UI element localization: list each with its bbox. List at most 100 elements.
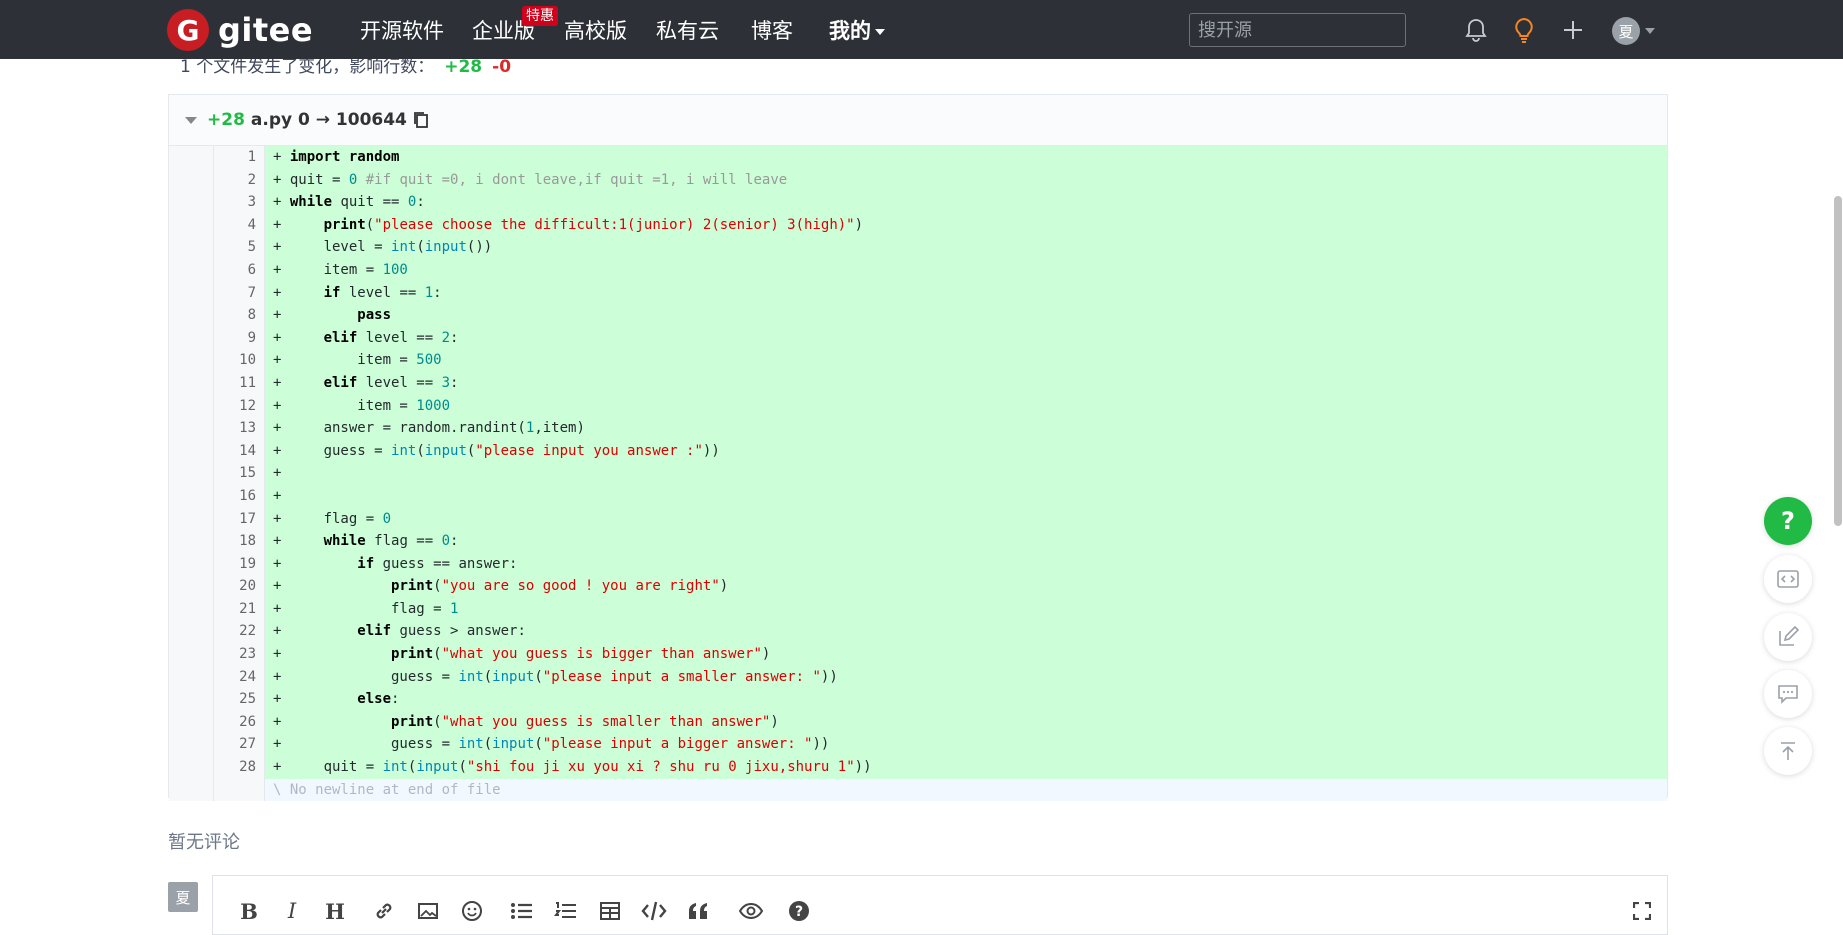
- line-code: + quit = 0 #if quit =0, i dont leave,if …: [265, 168, 1667, 192]
- old-line-number: [169, 484, 214, 508]
- old-line-number: [169, 146, 214, 169]
- new-line-number[interactable]: 8: [214, 304, 265, 327]
- plus-icon[interactable]: [1559, 16, 1587, 44]
- ordered-list-icon[interactable]: [553, 898, 579, 924]
- code-icon[interactable]: [641, 898, 667, 924]
- new-line-number[interactable]: 24: [214, 665, 265, 689]
- new-line-number[interactable]: 28: [214, 756, 265, 779]
- new-line-number[interactable]: 6: [214, 258, 265, 282]
- old-line-number: [169, 462, 214, 485]
- file-diff-header[interactable]: +28 a.py 0 → 100644: [169, 95, 1667, 146]
- line-code: + while quit == 0:: [265, 191, 1667, 214]
- nav-blog[interactable]: 博客: [751, 17, 793, 45]
- emoji-icon[interactable]: [459, 898, 485, 924]
- line-code: + level = int(input()): [265, 236, 1667, 259]
- new-line-number[interactable]: 12: [214, 394, 265, 418]
- line-code: + item = 500: [265, 349, 1667, 372]
- diff-line: 21 + flag = 1: [169, 597, 1667, 621]
- table-icon[interactable]: [597, 898, 623, 924]
- line-code: + guess = int(input("please input a smal…: [265, 665, 1667, 689]
- code-review-icon[interactable]: [1764, 555, 1812, 603]
- old-line-number: [169, 349, 214, 372]
- top-navbar: G gitee 开源软件 企业版 特惠 高校版 私有云 博客 我的 夏: [0, 0, 1843, 59]
- diff-line: 16 +: [169, 484, 1667, 508]
- new-line-number[interactable]: 4: [214, 213, 265, 237]
- help-float-button[interactable]: ?: [1764, 497, 1812, 545]
- diff-line: 17 + flag = 0: [169, 507, 1667, 531]
- diff-line: 14 + guess = int(input("please input you …: [169, 439, 1667, 463]
- page-scrollbar[interactable]: [1834, 196, 1842, 526]
- search-input[interactable]: [1189, 13, 1406, 47]
- diff-line: 9 + elif level == 2:: [169, 326, 1667, 350]
- line-code: + flag = 1: [265, 597, 1667, 621]
- new-line-number[interactable]: 16: [214, 484, 265, 508]
- new-line-number[interactable]: 14: [214, 439, 265, 463]
- gitee-logo-icon: G: [167, 9, 209, 51]
- old-line-number: [169, 304, 214, 327]
- line-code: + print("please choose the difficult:1(j…: [265, 213, 1667, 237]
- old-line-number: [169, 213, 214, 237]
- line-code: + flag = 0: [265, 507, 1667, 531]
- file-diff: +28 a.py 0 → 100644 1 + import random 2 + q…: [168, 94, 1668, 802]
- back-to-top-icon[interactable]: [1764, 727, 1812, 775]
- diff-line: 19 + if guess == answer:: [169, 552, 1667, 576]
- new-line-number[interactable]: 26: [214, 710, 265, 734]
- new-line-number[interactable]: 19: [214, 552, 265, 576]
- nav-university[interactable]: 高校版: [564, 17, 627, 45]
- new-line-number[interactable]: 2: [214, 168, 265, 192]
- new-line-number[interactable]: 21: [214, 597, 265, 621]
- gitee-logo[interactable]: G gitee: [167, 9, 313, 51]
- new-line-number[interactable]: 1: [214, 146, 265, 169]
- lightbulb-icon[interactable]: [1510, 16, 1538, 44]
- new-line-number[interactable]: 9: [214, 326, 265, 350]
- new-line-number[interactable]: 5: [214, 236, 265, 259]
- new-line-number[interactable]: 13: [214, 417, 265, 440]
- summary-text: 1 个文件发生了变化，影响行数：: [180, 57, 435, 77]
- diff-line: 26 + print("what you guess is smaller tha…: [169, 710, 1667, 734]
- new-line-number[interactable]: 10: [214, 349, 265, 372]
- new-line-number[interactable]: 15: [214, 462, 265, 485]
- quote-icon[interactable]: [685, 898, 711, 924]
- nav-open-source[interactable]: 开源软件: [360, 17, 444, 45]
- edit-icon[interactable]: [1764, 613, 1812, 661]
- diff-line: 8 + pass: [169, 304, 1667, 327]
- new-line-number[interactable]: 23: [214, 643, 265, 666]
- nav-private-cloud[interactable]: 私有云: [656, 17, 719, 45]
- line-code: + answer = random.randint(1,item): [265, 417, 1667, 440]
- new-line-number[interactable]: 3: [214, 191, 265, 214]
- help-icon[interactable]: ?: [786, 898, 812, 924]
- copy-icon[interactable]: [413, 111, 429, 129]
- new-line-number[interactable]: 22: [214, 620, 265, 644]
- bell-icon[interactable]: [1462, 16, 1490, 44]
- new-line-number[interactable]: 7: [214, 281, 265, 305]
- italic-icon[interactable]: I: [279, 898, 305, 924]
- link-icon[interactable]: [371, 898, 397, 924]
- bold-icon[interactable]: B: [236, 898, 262, 924]
- diff-code: 1 + import random 2 + quit = 0 #if quit =0,…: [169, 146, 1667, 802]
- new-line-number[interactable]: 27: [214, 733, 265, 757]
- summary-deletions: -0: [492, 57, 512, 77]
- image-icon[interactable]: [415, 898, 441, 924]
- new-line-number[interactable]: 20: [214, 575, 265, 598]
- heading-icon[interactable]: H: [322, 898, 348, 924]
- new-line-number[interactable]: 17: [214, 507, 265, 531]
- bullet-list-icon[interactable]: [509, 898, 535, 924]
- nav-mine[interactable]: 我的: [829, 17, 885, 45]
- line-code: + elif level == 2:: [265, 326, 1667, 350]
- preview-eye-icon[interactable]: [738, 898, 764, 924]
- new-line-number[interactable]: 25: [214, 688, 265, 711]
- new-line-number[interactable]: 11: [214, 371, 265, 395]
- new-line-number[interactable]: 18: [214, 530, 265, 553]
- comment-editor[interactable]: B I H ?: [212, 875, 1668, 935]
- fullscreen-icon[interactable]: [1629, 898, 1655, 924]
- summary-additions: +28: [444, 57, 483, 77]
- chevron-down-icon: [875, 29, 885, 35]
- avatar-chevron-down-icon[interactable]: [1645, 28, 1655, 34]
- user-avatar[interactable]: 夏: [1612, 17, 1640, 45]
- comment-icon[interactable]: [1764, 670, 1812, 718]
- line-code: + if guess == answer:: [265, 552, 1667, 576]
- old-line-number: [169, 575, 214, 598]
- diff-line: 6 + item = 100: [169, 258, 1667, 282]
- collapse-triangle-icon[interactable]: [185, 116, 197, 124]
- diff-line: 3 + while quit == 0:: [169, 191, 1667, 214]
